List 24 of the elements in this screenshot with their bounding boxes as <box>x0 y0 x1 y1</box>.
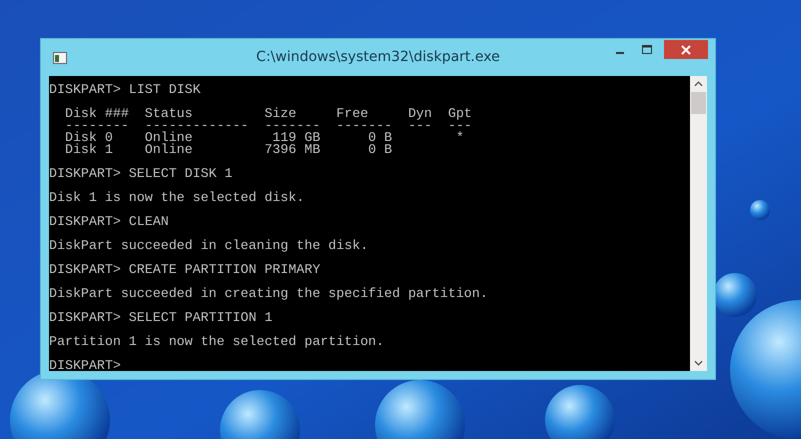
window-title: C:\windows\system32\diskpart.exe <box>255 49 501 65</box>
console-line: DISKPART> SELECT DISK 1 <box>49 168 234 180</box>
console-line: DiskPart succeeded in creating the specified partition. <box>49 288 489 300</box>
close-button[interactable] <box>664 40 708 59</box>
scroll-thumb[interactable] <box>691 92 706 114</box>
console-line: Disk 1 is now the selected disk. <box>49 192 306 204</box>
console-line: Disk ### Status Size Free Dyn Gpt <box>64 108 473 120</box>
maximize-icon <box>642 44 652 54</box>
console-line: DISKPART> <box>49 360 122 371</box>
close-icon <box>681 44 691 54</box>
console-line: Disk 1 Online 7396 MB 0 B <box>64 144 394 156</box>
console-line: DISKPART> SELECT PARTITION 1 <box>49 312 274 324</box>
console-line: DISKPART> CLEAN <box>49 216 170 228</box>
console-line: DISKPART> CREATE PARTITION PRIMARY <box>49 264 322 276</box>
scrollbar[interactable] <box>690 76 707 371</box>
console-line: -------- ------------- ------- ------- --- --- <box>64 120 473 132</box>
scroll-down-icon[interactable] <box>694 360 703 366</box>
scroll-up-icon[interactable] <box>694 81 703 87</box>
console-line: Partition 1 is now the selected partition. <box>49 336 386 348</box>
console-app-icon <box>53 52 67 64</box>
console-line: DISKPART> LIST DISK <box>49 84 202 96</box>
console-line: Disk 0 Online 119 GB 0 B * <box>64 132 465 144</box>
minimize-icon <box>616 52 624 54</box>
console-line: DiskPart succeeded in cleaning the disk. <box>49 240 370 252</box>
